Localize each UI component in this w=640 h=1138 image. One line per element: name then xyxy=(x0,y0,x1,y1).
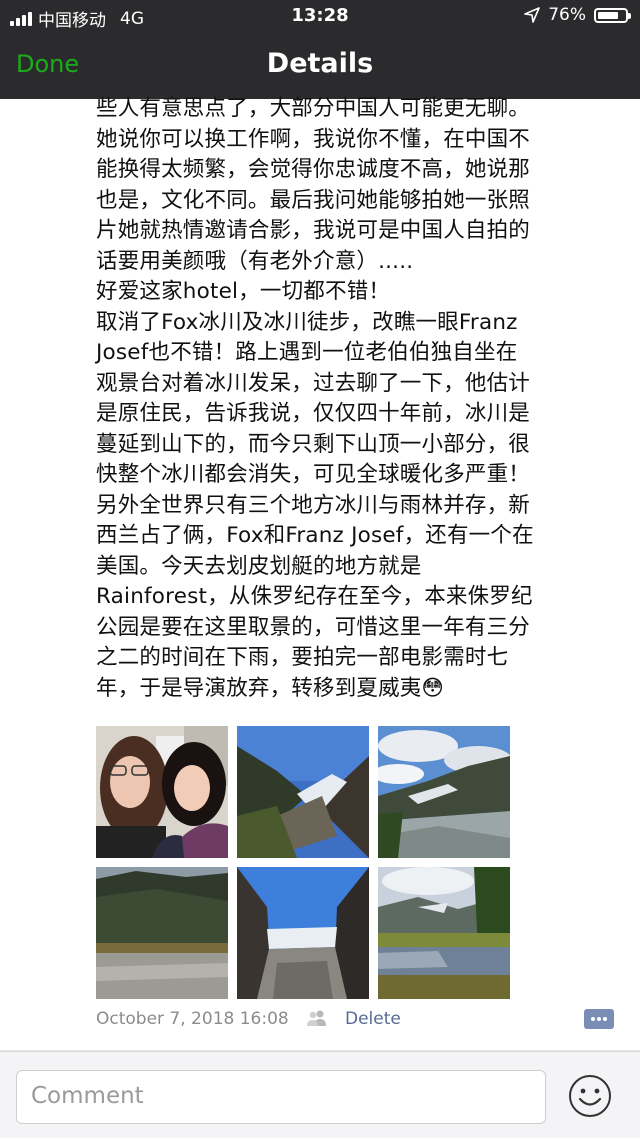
status-bar: 中国移动 4G 13:28 76% xyxy=(0,0,640,32)
comment-menu-icon[interactable] xyxy=(584,1009,614,1029)
photo-rainforest-lake-reflection[interactable] xyxy=(378,867,510,999)
photo-mountains-gravel-riverbed[interactable] xyxy=(96,867,228,999)
photo-glacier-river-clouds[interactable] xyxy=(378,726,510,858)
comment-bar: Comment xyxy=(0,1051,640,1138)
photo-glacier-valley[interactable] xyxy=(237,726,369,858)
delete-button[interactable]: Delete xyxy=(345,1009,401,1029)
battery-icon xyxy=(594,7,631,23)
page-title: Details xyxy=(266,48,374,79)
comment-input[interactable]: Comment xyxy=(16,1070,546,1124)
battery-percent: 76% xyxy=(548,5,586,25)
photo-grid xyxy=(96,726,510,999)
emoji-icon[interactable] xyxy=(568,1074,612,1118)
privacy-people-icon[interactable] xyxy=(305,1010,329,1031)
post-text: 些人有意思点了，大部分中国人可能更无聊。 她说你可以换工作啊，我说你不懂，在中国… xyxy=(96,96,534,701)
photo-two-women-selfie[interactable] xyxy=(96,726,228,858)
post-timestamp: October 7, 2018 16:08 xyxy=(96,1009,289,1029)
location-arrow-icon xyxy=(524,7,541,23)
post-meta: October 7, 2018 16:08 Delete xyxy=(96,1008,616,1032)
top-bar: 中国移动 4G 13:28 76% Done Details xyxy=(0,0,640,99)
photo-glacier-rock-walls[interactable] xyxy=(237,867,369,999)
status-right: 76% xyxy=(524,5,631,25)
nav-bar: Done Details xyxy=(0,32,640,99)
